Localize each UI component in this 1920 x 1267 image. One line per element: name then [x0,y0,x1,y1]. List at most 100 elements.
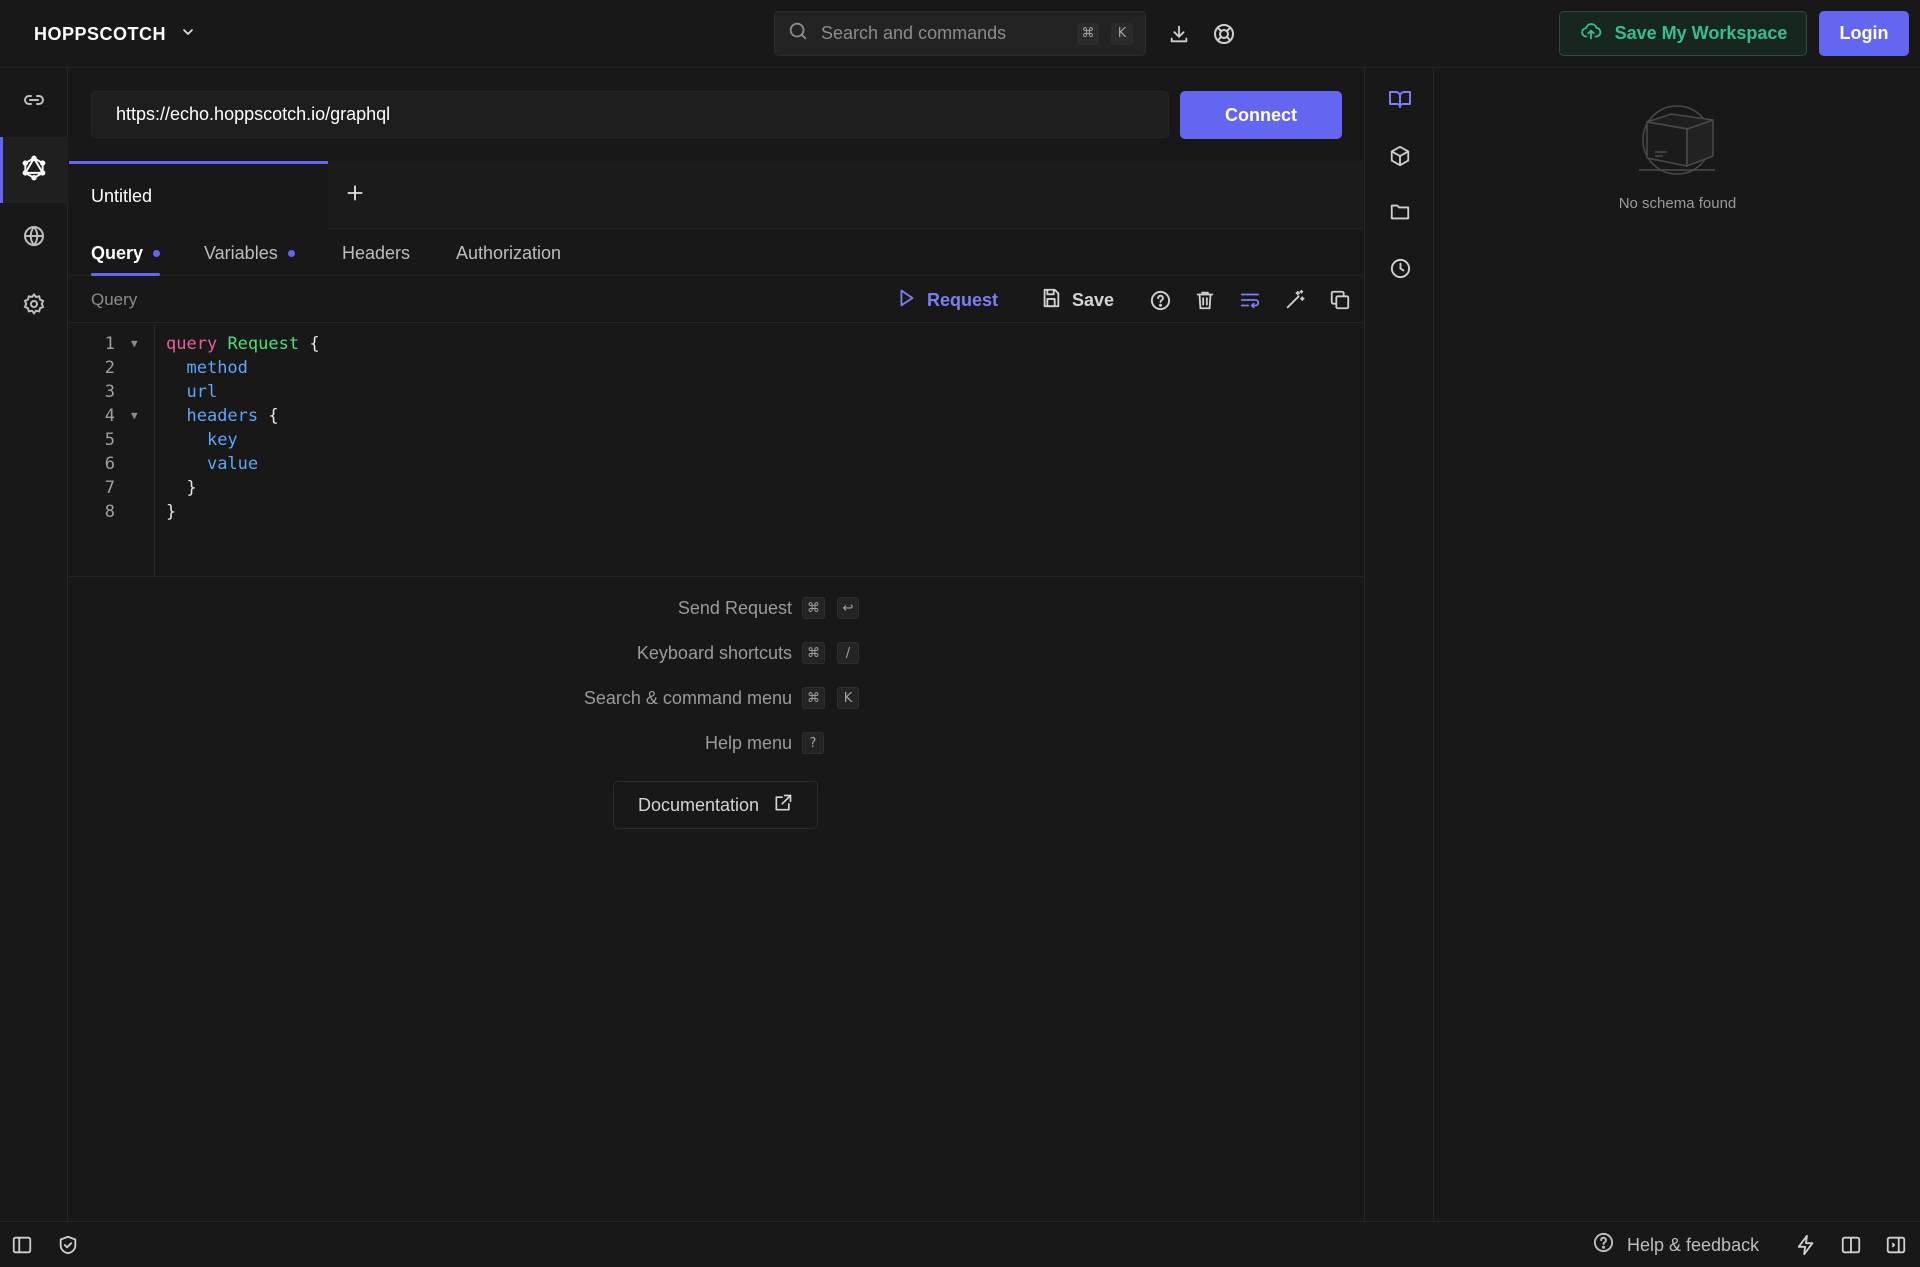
search-icon [787,20,809,47]
code-type-name: Request [227,334,300,354]
book-open-icon [1388,87,1412,116]
graphql-icon [21,155,47,186]
lightning-icon[interactable] [1792,1231,1820,1259]
tab-docs[interactable] [1365,73,1435,129]
shortcut-key: ⌘ [802,687,825,709]
code-field: key [206,430,238,450]
shortcut-key: ? [802,732,824,754]
code-line-7: 7 } [69,476,1363,500]
tab-variables[interactable]: Variables [204,230,295,276]
code-line-8: 8 } [69,500,1363,524]
line-number: 8 [104,502,115,522]
tab-query[interactable]: Query [91,230,161,276]
connect-button[interactable]: Connect [1180,91,1342,139]
sidebar-item-graphql[interactable] [0,137,68,203]
code-brace: } [186,478,197,498]
clock-icon [1389,257,1412,285]
panel-right-icon[interactable] [1882,1231,1910,1259]
shortcut-label: Help menu [704,733,792,753]
sidebar-item-rest[interactable] [0,69,68,135]
query-modified-dot [153,249,161,257]
support-icon[interactable] [1210,20,1238,48]
shortcut-keys: ⌘ K [802,687,859,709]
tab-query-label: Query [91,242,144,263]
shortcut-keys: ⌘ / [802,642,859,664]
shortcut-label: Keyboard shortcuts [636,643,792,663]
variables-modified-dot [287,249,295,257]
tab-authorization-label: Authorization [456,242,562,263]
download-icon[interactable] [1165,20,1193,48]
tab-variables-label: Variables [204,242,278,263]
tab-history[interactable] [1365,243,1435,299]
tab-headers[interactable]: Headers [342,230,410,276]
request-subtabs: Query Variables Headers Authorization [69,230,1363,276]
line-number: 2 [104,358,115,378]
sidebar-toggle-icon[interactable] [8,1231,36,1259]
shortcut-keys: ⌘ ↩ [802,597,859,619]
right-sidebar [1364,68,1434,1221]
magic-wand-icon[interactable] [1281,286,1309,314]
brand-name: HOPPSCOTCH [34,23,167,44]
trash-icon[interactable] [1191,286,1219,314]
external-link-icon [773,793,793,818]
code-field: headers [186,406,259,426]
shortcut-keys: ? [802,732,824,754]
shortcuts-panel: Send Request ⌘ ↩ Keyboard shortcuts ⌘ / … [69,577,1363,877]
run-request-button[interactable]: Request [895,286,998,314]
link-icon [22,88,46,117]
plus-icon [345,183,365,208]
cloud-upload-icon [1579,20,1603,47]
box-icon [1389,145,1411,172]
tab-collections[interactable] [1365,186,1435,242]
help-feedback-button[interactable]: Help & feedback [1592,1231,1759,1259]
login-button[interactable]: Login [1819,11,1909,56]
globe-icon [22,224,46,253]
wrap-lines-icon[interactable] [1236,286,1264,314]
line-number: 7 [104,478,115,498]
save-button[interactable]: Save [1040,286,1114,314]
shortcut-key: ↩ [837,597,859,619]
empty-box-illustration [1629,96,1725,181]
documentation-button[interactable]: Documentation [613,781,818,829]
query-editor[interactable]: 1 ▼ query Request { 2 method 3 url 4 ▼ h… [69,324,1363,577]
code-keyword: query [166,334,218,354]
chevron-down-icon [180,24,196,45]
sidebar-item-realtime[interactable] [0,205,68,271]
url-input[interactable]: https://echo.hoppscotch.io/graphql [91,91,1169,138]
sidebar-item-settings[interactable] [0,273,68,339]
line-number: 6 [104,454,115,474]
tab-untitled[interactable]: Untitled [69,161,328,229]
fold-arrow-icon[interactable]: ▼ [131,404,138,428]
code-line-5: 5 key [69,428,1363,452]
main-panel: https://echo.hoppscotch.io/graphql Conne… [69,68,1363,1221]
save-label: Save [1072,289,1115,310]
left-sidebar [0,68,68,1221]
app-window: HOPPSCOTCH Search and commands ⌘ K Save … [0,0,1920,1267]
split-layout-icon[interactable] [1837,1231,1865,1259]
tab-authorization[interactable]: Authorization [456,230,561,276]
shield-check-icon[interactable] [54,1231,82,1259]
folder-icon [1389,201,1411,228]
query-toolbar: Query Request Save [69,277,1363,323]
search-placeholder: Search and commands [821,23,1007,43]
help-circle-icon[interactable] [1146,286,1174,314]
tab-schema[interactable] [1365,130,1435,186]
shortcut-key: / [837,642,859,664]
line-number: 1 [104,334,115,354]
code-line-1: 1 ▼ query Request { [69,332,1363,356]
code-text: value [166,452,258,476]
copy-icon[interactable] [1326,286,1354,314]
shortcut-row: Keyboard shortcuts ⌘ / [69,640,1363,668]
workspace-selector[interactable]: HOPPSCOTCH [34,21,196,47]
code-field: method [186,358,248,378]
search-shortcut-cmd: ⌘ [1077,22,1099,45]
search-bar[interactable]: Search and commands ⌘ K [774,11,1146,56]
tab-headers-label: Headers [342,242,411,263]
save-workspace-button[interactable]: Save My Workspace [1559,11,1807,56]
no-schema-text: No schema found [1618,195,1737,212]
help-feedback-label: Help & feedback [1627,1234,1760,1255]
fold-arrow-icon[interactable]: ▼ [131,332,138,356]
shortcut-row: Send Request ⌘ ↩ [69,595,1363,623]
line-number: 3 [104,382,115,402]
new-tab-button[interactable] [341,181,369,209]
